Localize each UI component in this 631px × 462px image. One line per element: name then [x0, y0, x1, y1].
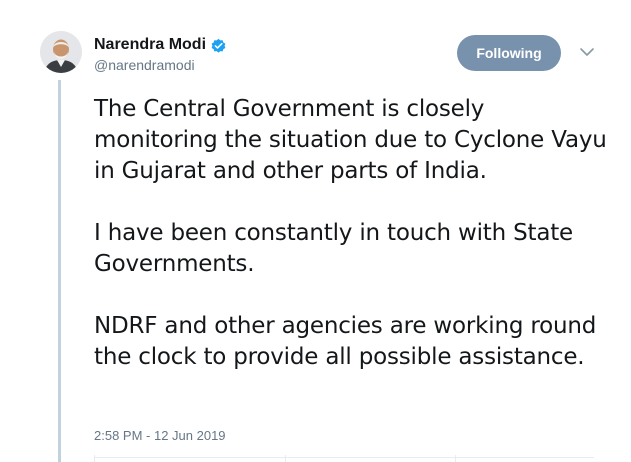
following-button[interactable]: Following — [457, 35, 561, 71]
tweet-paragraph: The Central Government is closely monito… — [94, 96, 607, 184]
profile-photo-icon — [40, 31, 82, 73]
divider-tick — [94, 455, 95, 462]
chevron-down-icon[interactable] — [578, 45, 596, 59]
tweet-text: The Central Government is closely monito… — [94, 94, 614, 373]
divider-tick — [455, 455, 456, 462]
tweet-paragraph: NDRF and other agencies are working roun… — [94, 313, 597, 370]
author-display-name[interactable]: Narendra Modi — [94, 36, 206, 54]
tweet-paragraph: I have been constantly in touch with Sta… — [94, 220, 573, 277]
verified-badge-icon — [211, 38, 226, 53]
author-name-row[interactable]: Narendra Modi — [94, 34, 227, 56]
avatar[interactable] — [40, 31, 82, 73]
author-handle[interactable]: @narendramodi — [94, 57, 195, 73]
thread-line — [58, 80, 61, 462]
divider — [94, 457, 594, 458]
tweet-timestamp[interactable]: 2:58 PM - 12 Jun 2019 — [94, 428, 226, 443]
divider-tick — [285, 455, 286, 462]
